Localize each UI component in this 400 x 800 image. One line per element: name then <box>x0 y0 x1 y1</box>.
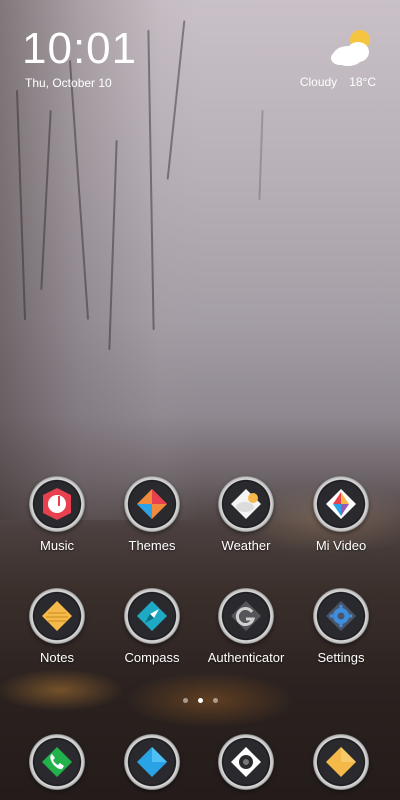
app-label: Settings <box>317 650 365 665</box>
app-music[interactable]: Music <box>12 476 102 553</box>
video-icon <box>313 476 369 532</box>
themes-icon <box>124 476 180 532</box>
app-label: Authenticator <box>207 650 285 665</box>
app-authenticator[interactable]: Authenticator <box>201 588 291 665</box>
camera-icon <box>218 734 274 790</box>
weather-widget[interactable]: Cloudy 18°C <box>300 75 376 89</box>
page-dot[interactable] <box>182 698 188 703</box>
app-label: Themes <box>128 538 176 553</box>
app-settings[interactable]: Settings <box>296 588 386 665</box>
notes-icon <box>29 588 85 644</box>
app-compass[interactable]: Compass <box>107 588 197 665</box>
app-label: Mi Video <box>315 538 367 553</box>
music-icon <box>29 476 85 532</box>
settings-icon <box>313 588 369 644</box>
app-mi-video[interactable]: Mi Video <box>296 476 386 553</box>
phone-icon <box>29 734 85 790</box>
rain-streak <box>258 109 264 201</box>
weather-temperature: 18°C <box>349 75 376 89</box>
home-screen: 10:01 Thu, October 10 Cloudy 18°C Music <box>0 0 400 800</box>
page-dot[interactable] <box>212 698 218 703</box>
browser-icon <box>313 734 369 790</box>
weather-condition: Cloudy <box>299 75 338 89</box>
weather-app-icon <box>218 476 274 532</box>
page-dot-current[interactable] <box>197 698 203 703</box>
page-indicator[interactable] <box>0 698 400 703</box>
dock-messages[interactable] <box>107 734 197 790</box>
messages-icon <box>124 734 180 790</box>
app-notes[interactable]: Notes <box>12 588 102 665</box>
authenticator-icon <box>218 588 274 644</box>
app-themes[interactable]: Themes <box>107 476 197 553</box>
app-label: Weather <box>221 538 271 553</box>
compass-icon <box>124 588 180 644</box>
app-label: Notes <box>40 650 74 665</box>
app-weather[interactable]: Weather <box>201 476 291 553</box>
clock-time[interactable]: 10:01 <box>22 24 137 74</box>
dock-phone[interactable] <box>12 734 102 790</box>
clock-date[interactable]: Thu, October 10 <box>25 76 112 90</box>
partly-cloudy-icon[interactable] <box>330 28 376 68</box>
app-label: Music <box>40 538 74 553</box>
dock-camera[interactable] <box>201 734 291 790</box>
app-label: Compass <box>124 650 180 665</box>
dock-browser[interactable] <box>296 734 386 790</box>
